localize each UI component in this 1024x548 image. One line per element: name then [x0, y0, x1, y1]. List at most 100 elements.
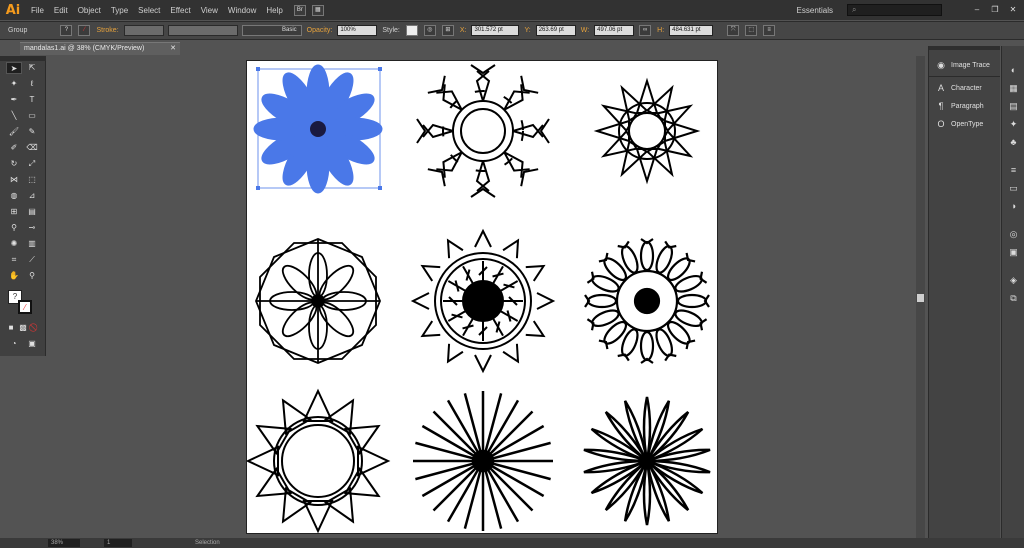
opacity-field[interactable]: 100%: [337, 25, 378, 36]
recolor-artwork-icon[interactable]: ◎: [423, 25, 436, 36]
direct-selection-tool-icon[interactable]: ⇱: [24, 62, 40, 74]
reference-point-icon[interactable]: ⊞: [441, 25, 454, 36]
swatches-icon[interactable]: ▤: [1006, 100, 1021, 112]
artboard[interactable]: [246, 60, 718, 534]
document-tab[interactable]: mandalas1.ai @ 38% (CMYK/Preview) ✕: [20, 42, 180, 55]
drawing-mode-icon[interactable]: ◔: [6, 338, 22, 350]
blob-brush-tool-icon[interactable]: ✐: [6, 142, 22, 154]
bridge-icon[interactable]: Br: [293, 4, 306, 16]
menu-edit[interactable]: Edit: [49, 6, 73, 15]
graphic-styles-icon[interactable]: ▣: [1006, 246, 1021, 258]
blend-tool-icon[interactable]: ⊸: [24, 222, 40, 234]
artboards-panel-icon[interactable]: ⧉: [1006, 292, 1021, 304]
canvas-area[interactable]: [47, 56, 915, 538]
close-button[interactable]: ✕: [1006, 5, 1020, 15]
color-guide-icon[interactable]: ▦: [1006, 82, 1021, 94]
menu-help[interactable]: Help: [261, 6, 287, 15]
mandala-2[interactable]: [416, 64, 550, 198]
menu-effect[interactable]: Effect: [165, 6, 195, 15]
eraser-tool-icon[interactable]: ⌫: [24, 142, 40, 154]
slice-tool-icon[interactable]: ⟋: [24, 254, 40, 266]
close-document-icon[interactable]: ✕: [170, 43, 176, 55]
y-field[interactable]: 263.69 pt: [535, 25, 576, 36]
menu-object[interactable]: Object: [73, 6, 106, 15]
stroke-panel-icon[interactable]: ≡: [1006, 164, 1021, 176]
column-graph-tool-icon[interactable]: ▥: [24, 238, 40, 250]
pen-tool-icon[interactable]: ✒: [6, 94, 22, 106]
mandala-5[interactable]: [412, 228, 554, 372]
constrain-proportions-icon[interactable]: ∞: [639, 25, 652, 36]
shape-builder-tool-icon[interactable]: ◍: [6, 190, 22, 202]
menu-window[interactable]: Window: [223, 6, 261, 15]
stroke-weight-field[interactable]: [123, 25, 164, 36]
variable-width-profile[interactable]: [167, 25, 238, 36]
minimize-button[interactable]: –: [970, 5, 984, 15]
color-panel-icon[interactable]: ◐: [1006, 64, 1021, 76]
free-transform-tool-icon[interactable]: ⬚: [24, 174, 40, 186]
vertical-scrollbar[interactable]: [916, 56, 925, 538]
menu-file[interactable]: File: [26, 6, 49, 15]
rectangle-tool-icon[interactable]: ▭: [24, 110, 40, 122]
pencil-tool-icon[interactable]: ✎: [24, 126, 40, 138]
symbols-icon[interactable]: ♣: [1006, 136, 1021, 148]
layers-panel-icon[interactable]: ◈: [1006, 274, 1021, 286]
panel-image-trace[interactable]: ◉ Image Trace: [929, 56, 1000, 74]
appearance-panel-icon[interactable]: ◎: [1006, 228, 1021, 240]
stroke-color-icon[interactable]: ⁄: [18, 300, 32, 314]
panel-character[interactable]: A Character: [929, 79, 1000, 97]
mandala-7[interactable]: [247, 388, 389, 532]
menu-type[interactable]: Type: [106, 6, 133, 15]
mesh-tool-icon[interactable]: ⊞: [6, 206, 22, 218]
rotate-tool-icon[interactable]: ↻: [6, 158, 22, 170]
none-mode-icon[interactable]: ⃠: [30, 322, 40, 334]
type-tool-icon[interactable]: T: [24, 94, 40, 106]
artboard-number-field[interactable]: 1: [104, 539, 132, 547]
gradient-tool-icon[interactable]: ▤: [24, 206, 40, 218]
scale-tool-icon[interactable]: ⤢: [24, 158, 40, 170]
tools-panel-grip[interactable]: [0, 56, 46, 61]
transform-icon[interactable]: ⤧: [727, 25, 740, 36]
mandala-6[interactable]: [583, 238, 711, 365]
menu-view[interactable]: View: [196, 6, 223, 15]
eyedropper-tool-icon[interactable]: ⚲: [6, 222, 22, 234]
mandala-selected[interactable]: [253, 64, 383, 194]
color-mode-icon[interactable]: ■: [6, 322, 16, 334]
panel-menu-icon[interactable]: ≡: [763, 25, 776, 36]
transparency-panel-icon[interactable]: ◑: [1006, 200, 1021, 212]
brushes-icon[interactable]: ✦: [1006, 118, 1021, 130]
gradient-panel-icon[interactable]: ▭: [1006, 182, 1021, 194]
brush-definition[interactable]: Basic: [241, 25, 302, 36]
perspective-grid-tool-icon[interactable]: ⊿: [24, 190, 40, 202]
opacity-label[interactable]: Opacity:: [307, 27, 333, 34]
panel-dock-grip[interactable]: [929, 46, 1000, 50]
workspace-switcher[interactable]: Essentials: [797, 6, 833, 15]
search-input[interactable]: ⌕: [847, 4, 942, 16]
screen-mode-icon[interactable]: ▣: [24, 338, 40, 350]
gradient-mode-icon[interactable]: ▩: [18, 322, 28, 334]
stroke-label[interactable]: Stroke:: [96, 27, 118, 34]
line-tool-icon[interactable]: ╲: [6, 110, 22, 122]
artboard-tool-icon[interactable]: ⌗: [6, 254, 22, 266]
mandala-3[interactable]: [596, 77, 698, 182]
mandala-8[interactable]: [411, 391, 555, 533]
x-field[interactable]: 301.572 pt: [471, 25, 520, 36]
isolate-group-icon[interactable]: ⬚: [745, 25, 758, 36]
zoom-tool-icon[interactable]: ⚲: [24, 270, 40, 282]
menu-select[interactable]: Select: [133, 6, 165, 15]
arrange-documents-icon[interactable]: ▦: [311, 4, 324, 16]
symbol-sprayer-tool-icon[interactable]: ✺: [6, 238, 22, 250]
maximize-button[interactable]: ❐: [988, 5, 1002, 15]
hand-tool-icon[interactable]: ✋: [6, 270, 22, 282]
stroke-swatch[interactable]: ⁄: [78, 25, 91, 36]
selection-tool-icon[interactable]: ➤: [6, 62, 22, 74]
paintbrush-tool-icon[interactable]: 🖌: [6, 126, 22, 138]
fill-swatch[interactable]: ?: [60, 25, 73, 36]
h-field[interactable]: 484.631 pt: [669, 25, 714, 36]
lasso-tool-icon[interactable]: ℓ: [24, 78, 40, 90]
magic-wand-tool-icon[interactable]: ✦: [6, 78, 22, 90]
width-tool-icon[interactable]: ⋈: [6, 174, 22, 186]
mandala-4[interactable]: [255, 238, 381, 364]
panel-paragraph[interactable]: ¶ Paragraph: [929, 97, 1000, 115]
scrollbar-thumb[interactable]: [917, 294, 924, 302]
style-swatch[interactable]: [405, 25, 418, 36]
